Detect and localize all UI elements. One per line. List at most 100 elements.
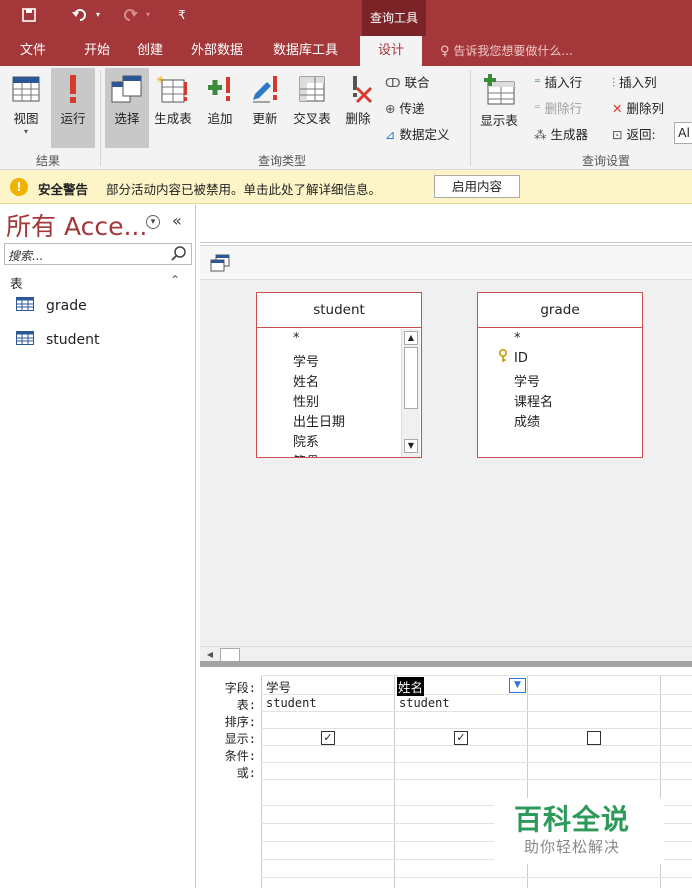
nav-menu-chevron-icon[interactable]: ▾ xyxy=(146,215,160,229)
table-icon xyxy=(16,297,34,315)
table-pane[interactable]: student * 学号 姓名 性别 出生日期 院系 籍贯 ▲ ▼ grade … xyxy=(200,245,692,662)
select-query-button[interactable]: 选择 xyxy=(105,68,149,148)
builder-wand-icon: ⁂ xyxy=(534,127,547,142)
undo-dropdown-icon[interactable]: ▾ xyxy=(96,10,100,19)
insert-columns-button[interactable]: ⫶ 插入列 xyxy=(612,72,657,91)
scroll-left-arrow-icon[interactable]: ◀ xyxy=(204,649,216,661)
grid-row-line xyxy=(261,694,692,695)
nav-pane-title[interactable]: 所有 Acce... xyxy=(6,207,147,243)
watermark-subtitle: 助你轻松解决 xyxy=(524,838,621,856)
field-item[interactable]: 学号 xyxy=(293,351,319,370)
builder-button[interactable]: ⁂ 生成器 xyxy=(534,124,588,143)
field-item[interactable]: 成绩 xyxy=(514,411,540,430)
show-table-button[interactable]: 显示表 xyxy=(476,74,522,129)
scroll-thumb[interactable] xyxy=(220,648,240,662)
show-checkbox[interactable] xyxy=(587,731,601,745)
query-tools-context-label: 查询工具 xyxy=(362,0,426,36)
save-icon[interactable] xyxy=(22,8,36,26)
nav-search-input[interactable]: 搜索... xyxy=(4,243,192,265)
show-table-icon xyxy=(484,74,515,105)
scroll-up-arrow-icon[interactable]: ▲ xyxy=(404,331,418,345)
delete-query-button[interactable]: 删除 xyxy=(341,74,375,127)
tab-file[interactable]: 文件 xyxy=(20,36,46,66)
table-pane-horizontal-scrollbar[interactable]: ◀ xyxy=(200,646,692,662)
field-item[interactable]: * xyxy=(293,331,300,346)
nav-section-tables[interactable]: 表 xyxy=(10,273,23,292)
return-selector[interactable]: ⊡ 返回: xyxy=(612,124,656,143)
grid-table-cell[interactable]: student xyxy=(399,696,450,710)
field-item[interactable]: 院系 xyxy=(293,431,319,450)
insert-rows-button[interactable]: ⁼ 插入行 xyxy=(534,72,582,91)
shutter-bar-collapse-icon[interactable]: « xyxy=(172,211,182,230)
tab-design[interactable]: 设计 xyxy=(360,36,423,66)
crosstab-button[interactable]: 交叉表 xyxy=(290,74,334,127)
delete-rows-label: 删除行 xyxy=(544,101,583,116)
insert-columns-label: 插入列 xyxy=(619,75,657,90)
crosstab-label: 交叉表 xyxy=(293,111,331,126)
data-definition-button[interactable]: ⊿ 数据定义 xyxy=(385,124,449,143)
grid-field-cell[interactable]: 学号 xyxy=(266,677,291,696)
field-list-student[interactable]: student * 学号 姓名 性别 出生日期 院系 籍贯 ▲ ▼ xyxy=(256,292,422,458)
navigation-pane: 所有 Acce... ▾ « 搜索... 表 ⌃ grade student xyxy=(0,205,196,888)
svg-text:✳: ✳ xyxy=(156,75,164,86)
delete-columns-button[interactable]: ✕ 删除列 xyxy=(612,98,664,117)
field-item[interactable]: * xyxy=(514,331,521,346)
field-list-title[interactable]: grade xyxy=(478,293,642,328)
nav-item-grade[interactable]: grade xyxy=(16,297,87,315)
grid-field-cell-selected[interactable]: 姓名 xyxy=(397,677,425,696)
query-icon xyxy=(210,254,230,275)
security-warning-message[interactable]: 部分活动内容已被禁用。单击此处了解详细信息。 xyxy=(106,179,381,198)
append-label: 追加 xyxy=(207,111,233,126)
nav-item-student[interactable]: student xyxy=(16,331,100,349)
undo-icon[interactable] xyxy=(72,8,88,26)
insert-rows-icon: ⁼ xyxy=(534,75,541,90)
tell-me-text: 告诉我您想要做什么... xyxy=(453,44,573,58)
field-item[interactable]: 课程名 xyxy=(514,391,553,410)
field-item[interactable]: ID xyxy=(514,351,528,366)
grid-row-line xyxy=(261,711,692,712)
field-item[interactable]: 出生日期 xyxy=(293,411,345,430)
show-checkbox[interactable]: ✓ xyxy=(454,731,468,745)
make-table-button[interactable]: ✳ 生成表 xyxy=(151,74,195,127)
tab-external-data[interactable]: 外部数据 xyxy=(191,36,243,66)
field-list-scrollbar[interactable]: ▲ ▼ xyxy=(401,329,420,457)
security-warning-title: 安全警告 xyxy=(38,182,89,197)
field-list-title[interactable]: student xyxy=(257,293,421,328)
title-bar: ▾ ▾ ₹ 查询工具 xyxy=(0,0,692,36)
field-item[interactable]: 姓名 xyxy=(293,371,319,390)
customize-qat-icon[interactable]: ₹ xyxy=(178,8,186,22)
scroll-thumb[interactable] xyxy=(404,347,418,409)
tab-create[interactable]: 创建 xyxy=(137,36,163,66)
field-dropdown-chevron-icon[interactable]: ▼ xyxy=(509,678,526,693)
insert-rows-label: 插入行 xyxy=(544,75,583,90)
grid-table-cell[interactable]: student xyxy=(266,696,317,710)
grid-row-line xyxy=(261,728,692,729)
show-checkbox[interactable]: ✓ xyxy=(321,731,335,745)
field-item[interactable]: 籍贯 xyxy=(293,451,319,457)
delete-columns-icon: ✕ xyxy=(612,101,623,116)
tell-me-search[interactable]: ♀ 告诉我您想要做什么... xyxy=(440,36,573,66)
grid-row-line xyxy=(261,877,692,878)
append-button[interactable]: 追加 xyxy=(203,74,237,127)
nav-item-label: student xyxy=(46,332,100,348)
field-item[interactable]: 学号 xyxy=(514,371,540,390)
tab-home[interactable]: 开始 xyxy=(84,36,110,66)
union-button[interactable]: ↀ 联合 xyxy=(385,72,430,91)
return-value-input[interactable]: Al xyxy=(674,122,692,144)
primary-key-icon xyxy=(498,348,508,366)
insert-columns-icon: ⫶ xyxy=(612,75,616,90)
search-icon[interactable] xyxy=(171,245,187,264)
make-table-icon: ✳ xyxy=(156,75,187,103)
run-button[interactable]: 运行 xyxy=(51,68,95,148)
passthrough-button[interactable]: ⊕ 传递 xyxy=(385,98,424,117)
field-list-grade[interactable]: grade * ID 学号 课程名 成绩 xyxy=(477,292,643,458)
section-collapse-icon[interactable]: ⌃ xyxy=(170,273,180,287)
view-button[interactable]: 视图 ▾ xyxy=(6,74,46,136)
scroll-down-arrow-icon[interactable]: ▼ xyxy=(404,439,418,453)
field-item[interactable]: 性别 xyxy=(293,391,319,410)
show-table-label: 显示表 xyxy=(480,113,518,128)
run-exclamation-icon xyxy=(70,75,76,103)
tab-database-tools[interactable]: 数据库工具 xyxy=(273,36,338,66)
update-button[interactable]: 更新 xyxy=(248,74,282,127)
enable-content-button[interactable]: 启用内容 xyxy=(434,175,520,198)
